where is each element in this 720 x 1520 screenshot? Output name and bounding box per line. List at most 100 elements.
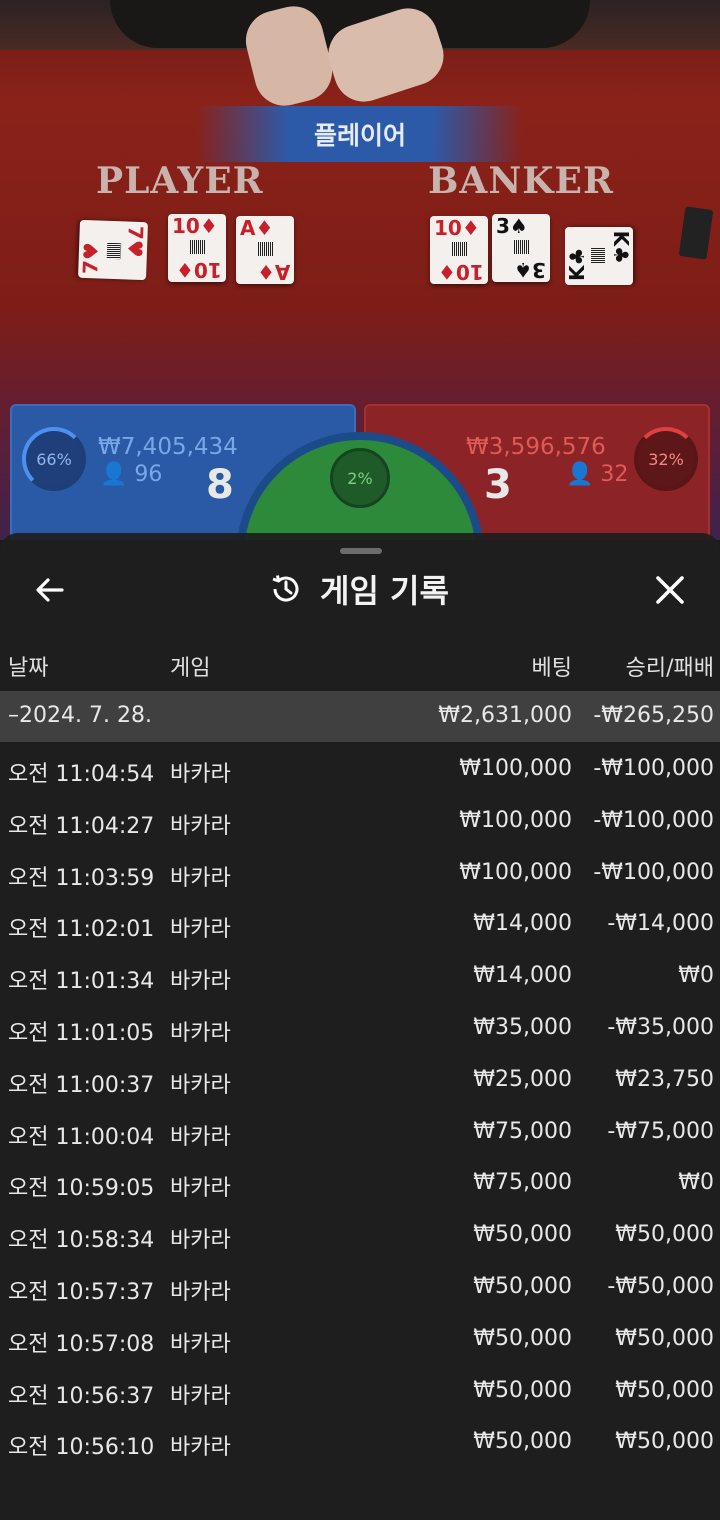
playing-card: 10♦ 10♦ bbox=[430, 216, 488, 284]
row-result: ₩50,000 bbox=[615, 1222, 714, 1248]
card-rank-inverted: 10♦ bbox=[438, 260, 484, 284]
arrow-left-icon bbox=[36, 578, 64, 602]
card-barcode bbox=[591, 247, 605, 263]
history-row[interactable]: 오전 10:56:37 바카라 ₩50,000 ₩50,000 bbox=[0, 1366, 720, 1417]
row-game: 바카라 bbox=[170, 1176, 231, 1202]
row-result: ₩50,000 bbox=[615, 1377, 714, 1403]
history-row[interactable]: 오전 11:01:05 바카라 ₩35,000 -₩35,000 bbox=[0, 1003, 720, 1054]
person-icon: 👤 bbox=[100, 462, 128, 487]
player-bettor-count: 👤 96 bbox=[100, 462, 162, 487]
card-rank: 7♥ bbox=[122, 225, 148, 259]
card-barcode bbox=[514, 240, 530, 254]
history-icon bbox=[272, 575, 299, 602]
sheet-drag-handle[interactable] bbox=[340, 548, 382, 554]
player-count-value: 96 bbox=[134, 462, 163, 487]
banker-score: 3 bbox=[484, 462, 512, 508]
row-result: -₩75,000 bbox=[607, 1118, 714, 1144]
row-result: -₩35,000 bbox=[607, 1015, 714, 1040]
card-barcode bbox=[190, 240, 206, 254]
row-game: 바카라 bbox=[170, 1331, 231, 1357]
history-row[interactable]: 오전 10:59:05 바카라 ₩75,000 ₩0 bbox=[0, 1158, 720, 1209]
history-row[interactable]: 오전 11:04:27 바카라 ₩100,000 -₩100,000 bbox=[0, 796, 720, 847]
summary-bet-total: ₩2,631,000 bbox=[438, 703, 572, 728]
row-result: -₩100,000 bbox=[593, 756, 714, 781]
playing-card: 7♥ 7♥ bbox=[78, 219, 148, 281]
column-header-game: 게임 bbox=[170, 656, 211, 681]
row-time: 오전 11:00:37 bbox=[8, 1072, 155, 1098]
history-row[interactable]: 오전 10:56:10 바카라 ₩50,000 ₩50,000 bbox=[0, 1417, 720, 1468]
history-row[interactable]: 오전 11:00:04 바카라 ₩75,000 -₩75,000 bbox=[0, 1107, 720, 1158]
back-button[interactable] bbox=[28, 568, 72, 612]
card-barcode bbox=[258, 242, 274, 256]
card-rank-inverted: A♦ bbox=[256, 260, 290, 284]
column-header-bet: 베팅 bbox=[531, 656, 572, 681]
tie-percent: 2% bbox=[347, 468, 373, 488]
row-time: 오전 10:57:08 bbox=[8, 1331, 155, 1357]
row-game: 바카라 bbox=[170, 1280, 231, 1305]
playing-card: 3♠ 3♠ bbox=[492, 214, 550, 282]
row-result: ₩0 bbox=[678, 1170, 714, 1196]
row-bet: ₩25,000 bbox=[473, 1066, 572, 1092]
row-bet: ₩50,000 bbox=[473, 1222, 572, 1248]
row-time: 오전 11:03:59 bbox=[8, 865, 155, 891]
row-result: ₩23,750 bbox=[615, 1066, 714, 1092]
close-button[interactable] bbox=[648, 568, 692, 612]
row-game: 바카라 bbox=[170, 969, 231, 995]
date-summary-row[interactable]: –2024. 7. 28. ₩2,631,000 -₩265,250 bbox=[0, 691, 720, 742]
column-header-result: 승리/패배 bbox=[625, 656, 714, 681]
row-game: 바카라 bbox=[170, 762, 231, 787]
row-bet: ₩100,000 bbox=[459, 807, 572, 833]
row-bet: ₩50,000 bbox=[473, 1325, 572, 1351]
result-banner-text: 플레이어 bbox=[313, 121, 406, 150]
card-rank: 10♦ bbox=[434, 216, 480, 240]
history-row[interactable]: 오전 11:00:37 바카라 ₩25,000 ₩23,750 bbox=[0, 1055, 720, 1106]
history-row[interactable]: 오전 11:02:01 바카라 ₩14,000 -₩14,000 bbox=[0, 899, 720, 950]
tie-percent-ring: 2% bbox=[330, 448, 390, 508]
banker-title: BANKER bbox=[428, 160, 614, 202]
history-row[interactable]: 오전 11:01:34 바카라 ₩14,000 ₩0 bbox=[0, 951, 720, 1002]
row-result: -₩50,000 bbox=[607, 1274, 714, 1299]
banker-percent-ring: 32% bbox=[634, 427, 698, 491]
history-row[interactable]: 오전 11:03:59 바카라 ₩100,000 -₩100,000 bbox=[0, 848, 720, 899]
playing-card: K♣ K♣ bbox=[565, 227, 633, 285]
card-barcode bbox=[106, 242, 122, 260]
row-bet: ₩50,000 bbox=[473, 1377, 572, 1403]
row-result: ₩50,000 bbox=[615, 1325, 714, 1351]
row-game: 바카라 bbox=[170, 1383, 231, 1409]
row-result: -₩14,000 bbox=[607, 911, 714, 937]
row-bet: ₩50,000 bbox=[473, 1429, 572, 1455]
row-bet: ₩14,000 bbox=[473, 963, 572, 989]
row-game: 바카라 bbox=[170, 813, 231, 839]
history-row[interactable]: 오전 10:58:34 바카라 ₩50,000 ₩50,000 bbox=[0, 1210, 720, 1261]
card-barcode bbox=[452, 242, 468, 256]
history-row[interactable]: 오전 10:57:08 바카라 ₩50,000 ₩50,000 bbox=[0, 1314, 720, 1365]
row-bet: ₩75,000 bbox=[473, 1170, 572, 1196]
row-game: 바카라 bbox=[170, 865, 231, 891]
row-time: 오전 10:56:37 bbox=[8, 1383, 155, 1409]
row-result: ₩0 bbox=[678, 963, 714, 989]
history-row[interactable]: 오전 10:57:37 바카라 ₩50,000 -₩50,000 bbox=[0, 1262, 720, 1313]
player-total-amount: ₩7,405,434 bbox=[98, 434, 238, 460]
row-time: 오전 11:04:27 bbox=[8, 813, 155, 839]
player-percent-ring: 66% bbox=[22, 427, 86, 491]
person-icon: 👤 bbox=[566, 462, 594, 487]
row-time: 오전 10:59:05 bbox=[8, 1176, 155, 1202]
player-title: PLAYER bbox=[96, 160, 264, 202]
row-bet: ₩35,000 bbox=[473, 1015, 572, 1040]
player-score: 8 bbox=[206, 462, 234, 508]
row-game: 바카라 bbox=[170, 1435, 231, 1461]
result-banner: 플레이어 bbox=[196, 106, 524, 162]
summary-result-total: -₩265,250 bbox=[593, 703, 714, 728]
row-game: 바카라 bbox=[170, 917, 231, 943]
row-result: -₩100,000 bbox=[593, 807, 714, 833]
banker-percent: 32% bbox=[648, 449, 684, 469]
playing-card: A♦ A♦ bbox=[236, 216, 294, 284]
card-rank: 3♠ bbox=[496, 214, 528, 238]
row-time: 오전 11:01:34 bbox=[8, 969, 155, 995]
row-time: 오전 11:02:01 bbox=[8, 917, 155, 943]
history-row[interactable]: 오전 11:04:54 바카라 ₩100,000 -₩100,000 bbox=[0, 744, 720, 795]
row-result: ₩50,000 bbox=[615, 1429, 714, 1455]
row-bet: ₩75,000 bbox=[473, 1118, 572, 1144]
row-game: 바카라 bbox=[170, 1021, 231, 1046]
card-rank: A♦ bbox=[240, 216, 274, 240]
